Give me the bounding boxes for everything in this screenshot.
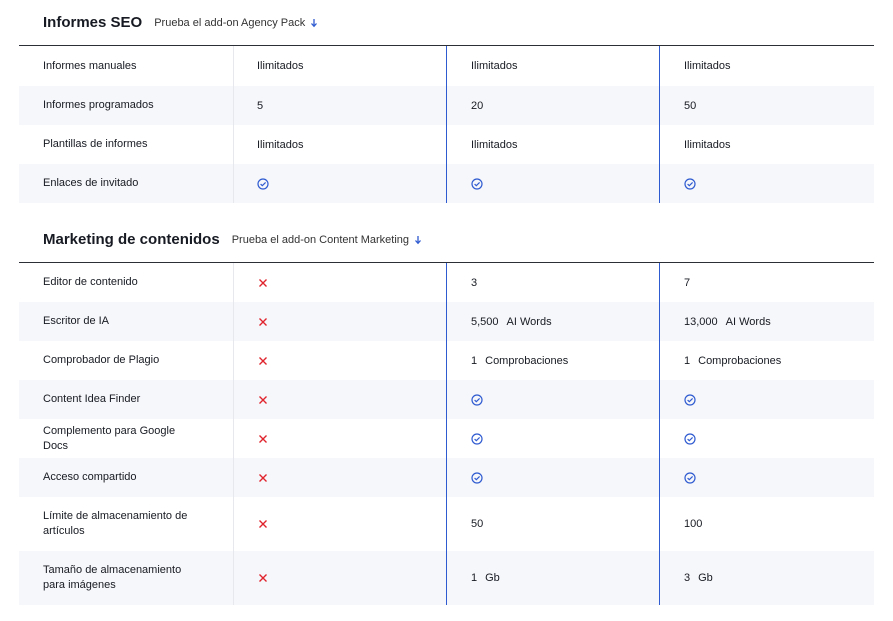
- plan2-value: 3: [471, 276, 478, 289]
- plan3-value: 1 Comprobaciones: [660, 341, 874, 380]
- check-circle-icon: [471, 432, 483, 445]
- agency-pack-link-label: Prueba el add-on Agency Pack: [154, 16, 306, 29]
- cross-icon: [259, 278, 267, 287]
- feature-label: Límite de almacenamiento de artículos: [43, 510, 188, 537]
- seo-section-header: Informes SEO Prueba el add-on Agency Pac…: [19, 0, 874, 46]
- feature-label: Informes programados: [43, 99, 154, 111]
- feature-label: Comprobador de Plagio: [43, 354, 160, 366]
- plan2-value: 5,500 AI Words: [447, 302, 660, 341]
- plan-column-divider: [659, 263, 660, 605]
- cross-icon: [259, 356, 267, 365]
- feature-label: Tamaño de almacenamiento para imágenes: [43, 564, 182, 591]
- plan3-value: Ilimitados: [684, 138, 731, 151]
- agency-pack-addon-link[interactable]: Prueba el add-on Agency Pack: [154, 17, 318, 29]
- content-comparison-table: Editor de contenido 3 7 Escritor de IA 5…: [19, 263, 874, 605]
- plan2-value: 20: [471, 99, 484, 112]
- feature-label: Enlaces de invitado: [43, 177, 139, 189]
- check-circle-icon: [684, 432, 696, 445]
- value-unit: Comprobaciones: [485, 354, 569, 367]
- value-number: 5,500: [471, 315, 499, 328]
- plan3-value: 7: [684, 276, 691, 289]
- content-marketing-link-label: Prueba el add-on Content Marketing: [231, 233, 410, 246]
- cross-icon: [259, 317, 267, 326]
- value-number: 1: [471, 572, 478, 584]
- seo-reports-section: Informes SEO Prueba el add-on Agency Pac…: [19, 0, 874, 203]
- feature-label: Complemento para Google Docs: [43, 424, 176, 452]
- plan2-value: 50: [471, 518, 484, 530]
- plan3-value: 3 Gb: [660, 551, 874, 605]
- check-circle-icon: [471, 177, 483, 190]
- seo-comparison-table: Informes manuales Ilimitados Ilimitados …: [19, 46, 874, 203]
- plan1-value: Ilimitados: [257, 138, 304, 151]
- value-unit: Gb: [698, 572, 713, 584]
- arrow-down-icon: [311, 18, 318, 27]
- feature-label: Escritor de IA: [43, 315, 110, 327]
- feature-label: Editor de contenido: [43, 276, 138, 288]
- plan3-value: 100: [684, 518, 703, 530]
- content-section-header: Marketing de contenidos Prueba el add-on…: [19, 217, 874, 263]
- content-marketing-section: Marketing de contenidos Prueba el add-on…: [19, 217, 874, 605]
- content-marketing-addon-link[interactable]: Prueba el add-on Content Marketing: [232, 234, 422, 246]
- check-circle-icon: [471, 471, 483, 484]
- value-number: 13,000: [684, 315, 718, 328]
- value-number: 3: [684, 572, 691, 584]
- value-unit: Comprobaciones: [698, 354, 782, 367]
- value-unit: AI Words: [506, 315, 552, 328]
- cross-icon: [259, 395, 267, 404]
- value-unit: AI Words: [725, 315, 771, 328]
- check-circle-icon: [257, 177, 269, 190]
- plan2-value: 1 Gb: [447, 551, 660, 605]
- plan2-value: Ilimitados: [471, 138, 518, 151]
- value-number: 1: [471, 354, 478, 367]
- cross-icon: [259, 574, 267, 582]
- cross-icon: [259, 473, 267, 482]
- plan-column-divider: [446, 263, 447, 605]
- plan2-value: Ilimitados: [471, 60, 518, 72]
- check-circle-icon: [684, 393, 696, 406]
- plan-column-divider: [659, 46, 660, 203]
- seo-section-title: Informes SEO: [43, 14, 143, 31]
- check-circle-icon: [471, 393, 483, 406]
- plan3-value: Ilimitados: [684, 60, 731, 72]
- column-divider: [233, 46, 234, 203]
- check-circle-icon: [684, 177, 696, 190]
- value-number: 1: [684, 354, 691, 367]
- cross-icon: [259, 434, 267, 443]
- plan-column-divider: [446, 46, 447, 203]
- feature-label: Plantillas de informes: [43, 138, 148, 150]
- feature-label: Content Idea Finder: [43, 393, 141, 405]
- plan1-value: Ilimitados: [257, 60, 304, 72]
- plan3-value: 13,000 AI Words: [660, 302, 874, 341]
- value-unit: Gb: [485, 572, 500, 584]
- cross-icon: [259, 520, 267, 528]
- column-divider: [233, 263, 234, 605]
- feature-label: Informes manuales: [43, 59, 137, 72]
- plan1-value: 5: [257, 99, 264, 112]
- content-section-title: Marketing de contenidos: [43, 231, 220, 248]
- feature-label: Acceso compartido: [43, 471, 137, 483]
- plan3-value: 50: [684, 99, 697, 112]
- plan2-value: 1 Comprobaciones: [447, 341, 660, 380]
- check-circle-icon: [684, 471, 696, 484]
- arrow-down-icon: [415, 235, 422, 244]
